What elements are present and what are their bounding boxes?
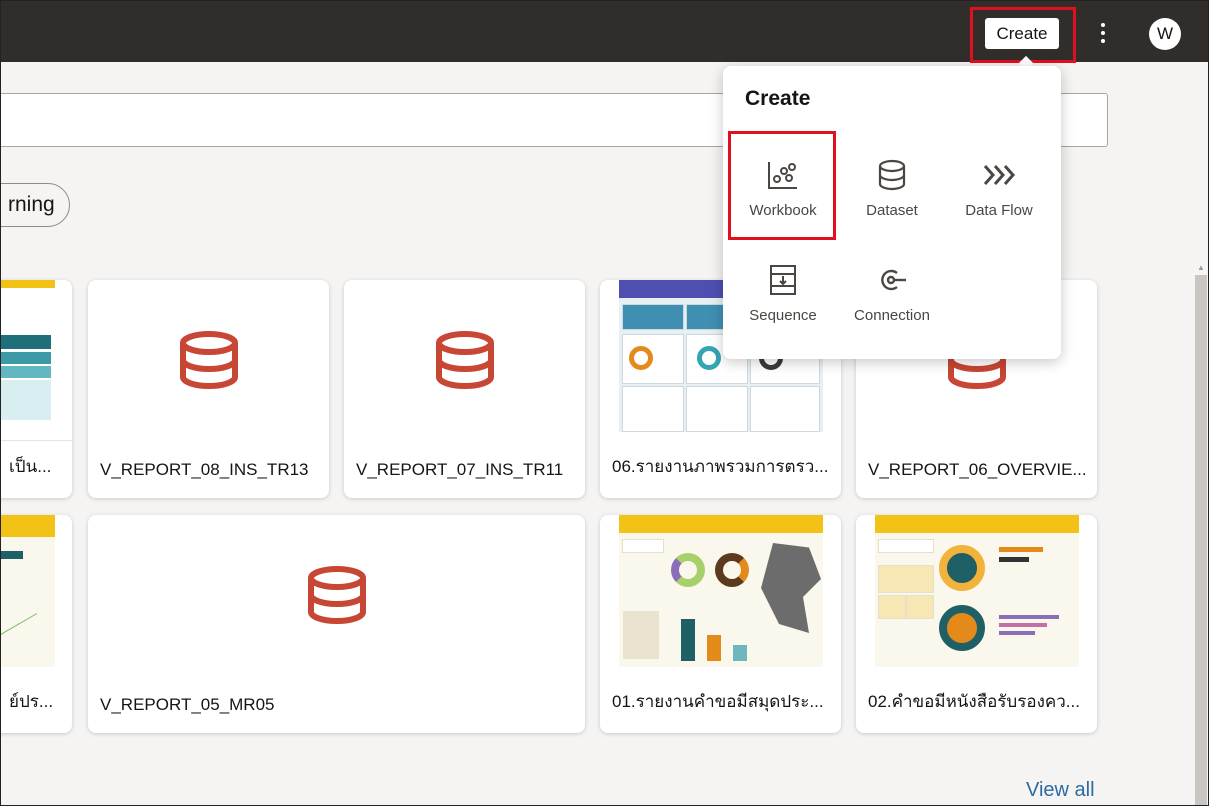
workbook-item-highlight bbox=[728, 131, 836, 240]
create-menu: Create Workbook Dataset Data Flow Sequen… bbox=[723, 66, 1061, 359]
dataset-card[interactable]: V_REPORT_08_INS_TR13 bbox=[88, 280, 329, 498]
card-title: เป็น... bbox=[9, 457, 52, 476]
view-all-link[interactable]: View all bbox=[1026, 779, 1095, 802]
data-flow-label: Data Flow bbox=[965, 202, 1033, 219]
dataset-label: Dataset bbox=[866, 202, 918, 219]
create-connection-item[interactable]: Connection bbox=[838, 241, 946, 337]
user-avatar[interactable]: W bbox=[1149, 18, 1181, 50]
dataset-card[interactable]: V_REPORT_07_INS_TR11 bbox=[344, 280, 585, 498]
dataset-card[interactable]: V_REPORT_05_MR05 bbox=[88, 515, 585, 733]
card-thumbnail bbox=[600, 515, 841, 675]
create-button-highlight bbox=[970, 7, 1076, 63]
workbook-thumbnail-preview bbox=[1, 280, 55, 432]
card-title: ย์ปร... bbox=[9, 692, 54, 711]
more-options-icon[interactable] bbox=[1095, 18, 1111, 48]
sequence-icon bbox=[770, 265, 796, 295]
connection-icon bbox=[881, 269, 906, 291]
workbook-thumbnail-preview bbox=[619, 515, 823, 667]
sequence-label: Sequence bbox=[749, 307, 817, 324]
card-title: 06.รายงานภาพรวมการตรว... bbox=[612, 457, 829, 476]
dataset-icon bbox=[307, 566, 366, 624]
create-menu-title: Create bbox=[745, 87, 811, 110]
dataset-icon bbox=[179, 331, 238, 389]
workbook-thumbnail-preview bbox=[1, 515, 55, 667]
workbook-thumbnail-preview bbox=[875, 515, 1079, 667]
workbook-card[interactable]: 01.รายงานคำขอมีสมุดประ... bbox=[600, 515, 841, 733]
scrollbar-thumb[interactable] bbox=[1195, 275, 1207, 805]
card-thumbnail bbox=[1, 515, 72, 675]
dataset-icon bbox=[435, 331, 494, 389]
card-title: V_REPORT_08_INS_TR13 bbox=[100, 460, 309, 479]
top-bar: Create W bbox=[1, 1, 1208, 63]
data-flow-icon bbox=[983, 165, 1016, 185]
card-title: V_REPORT_07_INS_TR11 bbox=[356, 460, 564, 479]
card-thumbnail bbox=[88, 280, 329, 440]
create-dataset-item[interactable]: Dataset bbox=[838, 132, 946, 228]
create-data-flow-item[interactable]: Data Flow bbox=[945, 132, 1053, 228]
card-title: 02.คำขอมีหนังสือรับรองคว... bbox=[868, 692, 1080, 711]
workbook-card[interactable]: 02.คำขอมีหนังสือรับรองคว... bbox=[856, 515, 1097, 733]
card-title: 01.รายงานคำขอมีสมุดประ... bbox=[612, 692, 824, 711]
create-sequence-item[interactable]: Sequence bbox=[729, 241, 837, 337]
card-thumbnail bbox=[88, 515, 585, 675]
workbook-card[interactable]: ย์ปร... bbox=[1, 515, 72, 733]
card-title: V_REPORT_06_OVERVIE... bbox=[868, 460, 1087, 479]
filter-chip[interactable]: rning bbox=[1, 183, 70, 227]
card-title: V_REPORT_05_MR05 bbox=[100, 695, 275, 714]
app-frame: Create W rning เป็น... V_REPORT_08_INS_T… bbox=[0, 0, 1209, 806]
dataset-icon bbox=[878, 159, 906, 191]
connection-label: Connection bbox=[854, 307, 930, 324]
workbook-card[interactable]: เป็น... bbox=[1, 280, 72, 498]
card-thumbnail bbox=[344, 280, 585, 440]
card-thumbnail bbox=[1, 280, 72, 440]
scroll-up-icon[interactable]: ▲ bbox=[1197, 263, 1205, 272]
card-thumbnail bbox=[856, 515, 1097, 675]
